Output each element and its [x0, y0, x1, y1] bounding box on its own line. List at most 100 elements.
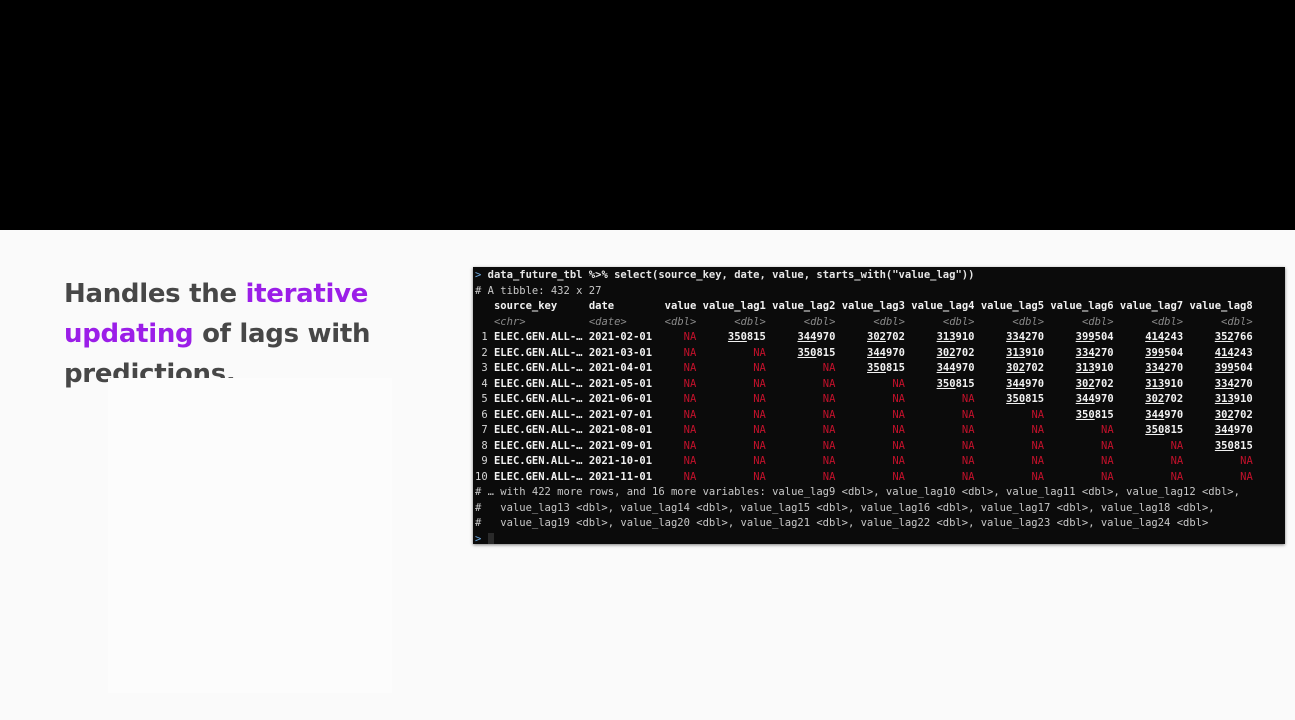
- cell-na: NA: [1170, 470, 1184, 483]
- thousands-digits: 344: [1006, 377, 1026, 390]
- cell-na: NA: [892, 408, 905, 421]
- header-value-lag3: value_lag3: [841, 300, 905, 312]
- thousands-digits: 350: [797, 346, 817, 359]
- column-type-row: <chr> <date> <dbl> <dbl> <dbl> <dbl> <db…: [475, 315, 1285, 331]
- cell-value: 350815: [1214, 439, 1253, 452]
- thousands-digits: 399: [1145, 346, 1165, 359]
- thousands-digits: 350: [867, 362, 887, 374]
- cell-na: NA: [683, 331, 697, 343]
- thousands-digits: 344: [1145, 408, 1165, 421]
- header-value-lag1: value_lag1: [702, 300, 766, 312]
- type-lag: <dbl>: [1119, 315, 1184, 328]
- row-number: 2: [475, 346, 488, 359]
- cell-na: NA: [1031, 408, 1045, 421]
- cell-na: NA: [753, 470, 766, 483]
- cell-value: 313910: [936, 331, 975, 343]
- cell-na: NA: [892, 455, 905, 467]
- cell-na: NA: [683, 455, 697, 467]
- prompt-marker: >: [475, 269, 482, 281]
- cell-value: 350815: [1075, 408, 1114, 421]
- input-line[interactable]: >: [475, 532, 1285, 544]
- header-value-lag5: value_lag5: [980, 300, 1045, 312]
- header-date: date: [588, 300, 653, 312]
- cell-value: 302702: [1214, 408, 1253, 421]
- thousands-digits: 414: [1214, 346, 1234, 359]
- thousands-digits: 302: [936, 346, 956, 359]
- header-value-lag6: value_lag6: [1050, 300, 1114, 312]
- table-row: 4 ELEC.GEN.ALL-… 2021-05-01 NA NA NA NA …: [475, 377, 1285, 393]
- cell-na: NA: [1240, 455, 1253, 467]
- cell-na: NA: [683, 362, 697, 374]
- cell-date: 2021-04-01: [588, 362, 653, 374]
- cell-na: NA: [683, 424, 697, 436]
- type-lag: <dbl>: [1050, 315, 1114, 328]
- cell-na: NA: [822, 377, 836, 390]
- thousands-digits: 350: [727, 331, 747, 343]
- thousands-digits: 350: [1214, 439, 1234, 452]
- thousands-digits: 313: [1145, 377, 1165, 390]
- command-line: > data_future_tbl %>% select(source_key,…: [475, 268, 1285, 284]
- header-value: value: [658, 300, 697, 312]
- cell-date: 2021-05-01: [588, 377, 653, 390]
- thousands-digits: 344: [936, 362, 956, 374]
- cell-na: NA: [683, 439, 697, 452]
- cell-value: 399504: [1214, 362, 1253, 374]
- type-value: <dbl>: [658, 315, 697, 328]
- cell-na: NA: [892, 470, 905, 483]
- cell-na: NA: [1101, 424, 1114, 436]
- row-number: 6: [475, 408, 488, 421]
- cell-value: 313910: [1145, 377, 1184, 390]
- thousands-digits: 344: [797, 331, 817, 343]
- cell-na: NA: [822, 424, 836, 436]
- cell-na: NA: [753, 346, 766, 359]
- cell-date: 2021-02-01: [588, 331, 653, 343]
- cell-value: 350815: [797, 346, 836, 359]
- cell-value: 350815: [1145, 424, 1184, 436]
- cell-value: 399504: [1075, 331, 1114, 343]
- cell-value: 313910: [1006, 346, 1045, 359]
- thousands-digits: 399: [1075, 331, 1095, 343]
- type-lag: <dbl>: [702, 315, 766, 328]
- cell-na: NA: [683, 377, 697, 390]
- cell-source-key: ELEC.GEN.ALL-…: [493, 470, 583, 483]
- cell-na: NA: [683, 470, 697, 483]
- cell-value: 344970: [1075, 393, 1114, 405]
- type-lag: <dbl>: [1189, 315, 1253, 328]
- row-number: 8: [475, 439, 488, 452]
- blank-panel: [108, 378, 392, 693]
- footer-line: # … with 422 more rows, and 16 more vari…: [475, 486, 1240, 498]
- header-value-lag2: value_lag2: [772, 300, 836, 312]
- row-number: 10: [475, 470, 488, 483]
- cell-source-key: ELEC.GEN.ALL-…: [493, 455, 583, 467]
- cell-na: NA: [961, 393, 975, 405]
- cell-value: 350815: [727, 331, 766, 343]
- thousands-digits: 352: [1214, 331, 1234, 343]
- cell-na: NA: [892, 377, 905, 390]
- cell-date: 2021-07-01: [588, 408, 653, 421]
- cell-value: 344970: [867, 346, 905, 359]
- row-number: 4: [475, 377, 488, 390]
- row-number: 5: [475, 393, 488, 405]
- table-row: 7 ELEC.GEN.ALL-… 2021-08-01 NA NA NA NA …: [475, 423, 1285, 439]
- row-number: 9: [475, 455, 488, 467]
- cell-na: NA: [683, 346, 697, 359]
- cell-na: NA: [822, 455, 836, 467]
- cell-source-key: ELEC.GEN.ALL-…: [493, 377, 583, 390]
- cell-value: 344970: [1145, 408, 1184, 421]
- type-lag: <dbl>: [911, 315, 975, 328]
- r-console-output[interactable]: > data_future_tbl %>% select(source_key,…: [473, 267, 1285, 544]
- row-number: 3: [475, 362, 488, 374]
- cell-na: NA: [683, 408, 697, 421]
- thousands-digits: 313: [1075, 362, 1095, 374]
- cell-na: NA: [892, 393, 905, 405]
- footer-line: # value_lag19 <dbl>, value_lag20 <dbl>, …: [475, 517, 1209, 529]
- cell-value: 313910: [1214, 393, 1253, 405]
- table-row: 10 ELEC.GEN.ALL-… 2021-11-01 NA NA NA NA…: [475, 470, 1285, 486]
- table-row: 5 ELEC.GEN.ALL-… 2021-06-01 NA NA NA NA …: [475, 392, 1285, 408]
- thousands-digits: 350: [936, 377, 956, 390]
- cell-na: NA: [753, 408, 766, 421]
- cell-value: 399504: [1145, 346, 1184, 359]
- cell-value: 334270: [1075, 346, 1114, 359]
- cell-value: 344970: [1006, 377, 1045, 390]
- cell-na: NA: [1031, 455, 1045, 467]
